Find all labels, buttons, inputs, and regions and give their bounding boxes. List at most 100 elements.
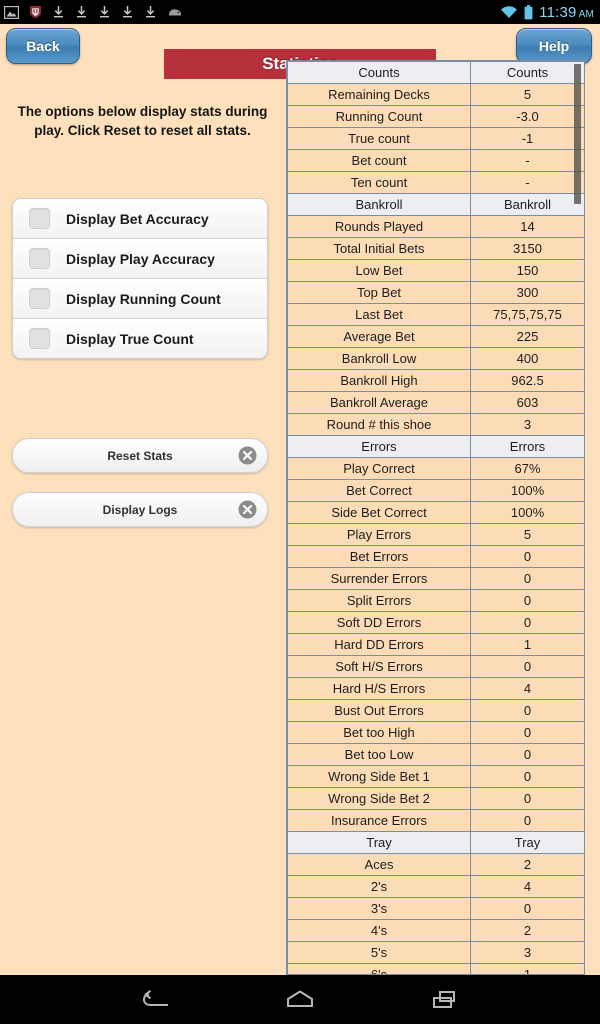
table-header-value: Counts xyxy=(470,61,584,84)
table-cell-value: 4 xyxy=(470,677,584,700)
table-row: True count -1 xyxy=(287,127,584,150)
table-cell-label: Soft DD Errors xyxy=(287,611,471,634)
table-row: Bet too Low 0 xyxy=(287,743,584,766)
statistics-screen: 11:39AM Back Statistics Help The options… xyxy=(0,0,600,1024)
table-row: Side Bet Correct 100% xyxy=(287,501,584,524)
table-cell-label: Hard H/S Errors xyxy=(287,677,471,700)
wifi-icon xyxy=(501,6,518,18)
creature-icon xyxy=(169,8,181,15)
back-button[interactable]: Back xyxy=(6,28,80,64)
display-options-list: Display Bet Accuracy Display Play Accura… xyxy=(12,198,268,359)
table-cell-label: Bust Out Errors xyxy=(287,699,471,722)
table-row: Last Bet 75,75,75,75 xyxy=(287,303,584,326)
option-label: Display Play Accuracy xyxy=(66,250,215,267)
table-row: 2's 4 xyxy=(287,875,584,898)
option-display-bet-accuracy[interactable]: Display Bet Accuracy xyxy=(13,199,267,239)
table-cell-label: Play Errors xyxy=(287,523,471,546)
reset-stats-button[interactable]: Reset Stats xyxy=(12,438,268,473)
table-cell-value: 0 xyxy=(470,655,584,678)
table-cell-label: Bankroll Average xyxy=(287,391,471,414)
table-cell-label: Errors xyxy=(287,435,471,458)
table-cell-value: 3 xyxy=(470,413,584,436)
help-button[interactable]: Help xyxy=(516,28,592,64)
table-cell-label: 3's xyxy=(287,897,471,920)
table-row: Play Correct 67% xyxy=(287,457,584,480)
table-cell-label: Top Bet xyxy=(287,281,471,304)
table-cell-value: - xyxy=(470,149,584,172)
clock-ampm: AM xyxy=(578,8,594,20)
table-cell-label: Last Bet xyxy=(287,303,471,326)
table-cell-label: Bankroll xyxy=(287,193,471,216)
table-row: Wrong Side Bet 10 xyxy=(287,765,584,788)
display-logs-button[interactable]: Display Logs xyxy=(12,492,268,527)
table-cell-label: 5's xyxy=(287,941,471,964)
table-row: Bankroll Average 603 xyxy=(287,391,584,414)
table-section-row: Bankroll Bankroll xyxy=(287,193,584,216)
back-nav-icon[interactable] xyxy=(138,988,172,1012)
table-row: Surrender Errors 0 xyxy=(287,567,584,590)
option-display-play-accuracy[interactable]: Display Play Accuracy xyxy=(13,239,267,279)
table-cell-value: Tray xyxy=(470,831,584,854)
table-row: Remaining Decks 5 xyxy=(287,83,584,106)
table-cell-value: 0 xyxy=(470,743,584,766)
table-row: 4's 2 xyxy=(287,919,584,942)
table-row: Top Bet 300 xyxy=(287,281,584,304)
option-display-true-count[interactable]: Display True Count xyxy=(13,319,267,358)
table-header-row: Counts Counts xyxy=(287,61,584,84)
table-cell-label: True count xyxy=(287,127,471,150)
checkbox-icon[interactable] xyxy=(29,208,50,229)
table-cell-label: Bet Errors xyxy=(287,545,471,568)
checkbox-icon[interactable] xyxy=(29,248,50,269)
battery-icon xyxy=(524,4,533,19)
table-row: Play Errors 5 xyxy=(287,523,584,546)
status-clock: 11:39 AM xyxy=(539,4,594,21)
checkbox-icon[interactable] xyxy=(29,288,50,309)
table-cell-label: Bankroll Low xyxy=(287,347,471,370)
download-icon xyxy=(146,6,155,18)
table-cell-value: 75,75,75,75 xyxy=(470,303,584,326)
table-cell-label: Insurance Errors xyxy=(287,809,471,832)
table-row: Aces 2 xyxy=(287,853,584,876)
table-cell-label: Hard DD Errors xyxy=(287,633,471,656)
reset-stats-label: Reset Stats xyxy=(107,448,173,463)
table-cell-label: 4's xyxy=(287,919,471,942)
home-nav-icon[interactable] xyxy=(282,988,318,1012)
table-cell-value: 3150 xyxy=(470,237,584,260)
table-scrollbar-thumb[interactable] xyxy=(574,64,581,204)
table-row: Soft H/S Errors 0 xyxy=(287,655,584,678)
download-icon xyxy=(100,6,109,18)
table-cell-value: 0 xyxy=(470,611,584,634)
table-cell-label: 6's xyxy=(287,963,471,974)
table-cell-label: 2's xyxy=(287,875,471,898)
table-row: Running Count -3.0 xyxy=(287,105,584,128)
recents-nav-icon[interactable] xyxy=(428,988,462,1012)
table-cell-value: -3.0 xyxy=(470,105,584,128)
table-cell-value: Bankroll xyxy=(470,193,584,216)
close-circle-icon[interactable] xyxy=(238,500,257,519)
stats-table-container[interactable]: Counts Counts Remaining Decks 5 Running Co… xyxy=(286,60,585,975)
checkbox-icon[interactable] xyxy=(29,328,50,349)
table-cell-value: 0 xyxy=(470,567,584,590)
table-cell-value: 5 xyxy=(470,523,584,546)
table-cell-label: Bet Correct xyxy=(287,479,471,502)
table-cell-value: 150 xyxy=(470,259,584,282)
table-row: Insurance Errors 0 xyxy=(287,809,584,832)
table-cell-value: 603 xyxy=(470,391,584,414)
table-cell-value: -1 xyxy=(470,127,584,150)
table-cell-value: 0 xyxy=(470,545,584,568)
table-row: Bust Out Errors 0 xyxy=(287,699,584,722)
table-cell-value: 2 xyxy=(470,919,584,942)
android-nav-bar xyxy=(0,975,600,1024)
image-icon xyxy=(4,5,19,19)
table-cell-value: 0 xyxy=(470,765,584,788)
close-circle-icon[interactable] xyxy=(238,446,257,465)
table-cell-value: 225 xyxy=(470,325,584,348)
table-cell-label: Ten count xyxy=(287,171,471,194)
table-cell-value: 4 xyxy=(470,875,584,898)
options-panel: The options below display stats during p… xyxy=(0,66,285,975)
option-display-running-count[interactable]: Display Running Count xyxy=(13,279,267,319)
table-cell-value: 300 xyxy=(470,281,584,304)
table-cell-value: Errors xyxy=(470,435,584,458)
table-row: Ten count - xyxy=(287,171,584,194)
table-cell-label: Low Bet xyxy=(287,259,471,282)
